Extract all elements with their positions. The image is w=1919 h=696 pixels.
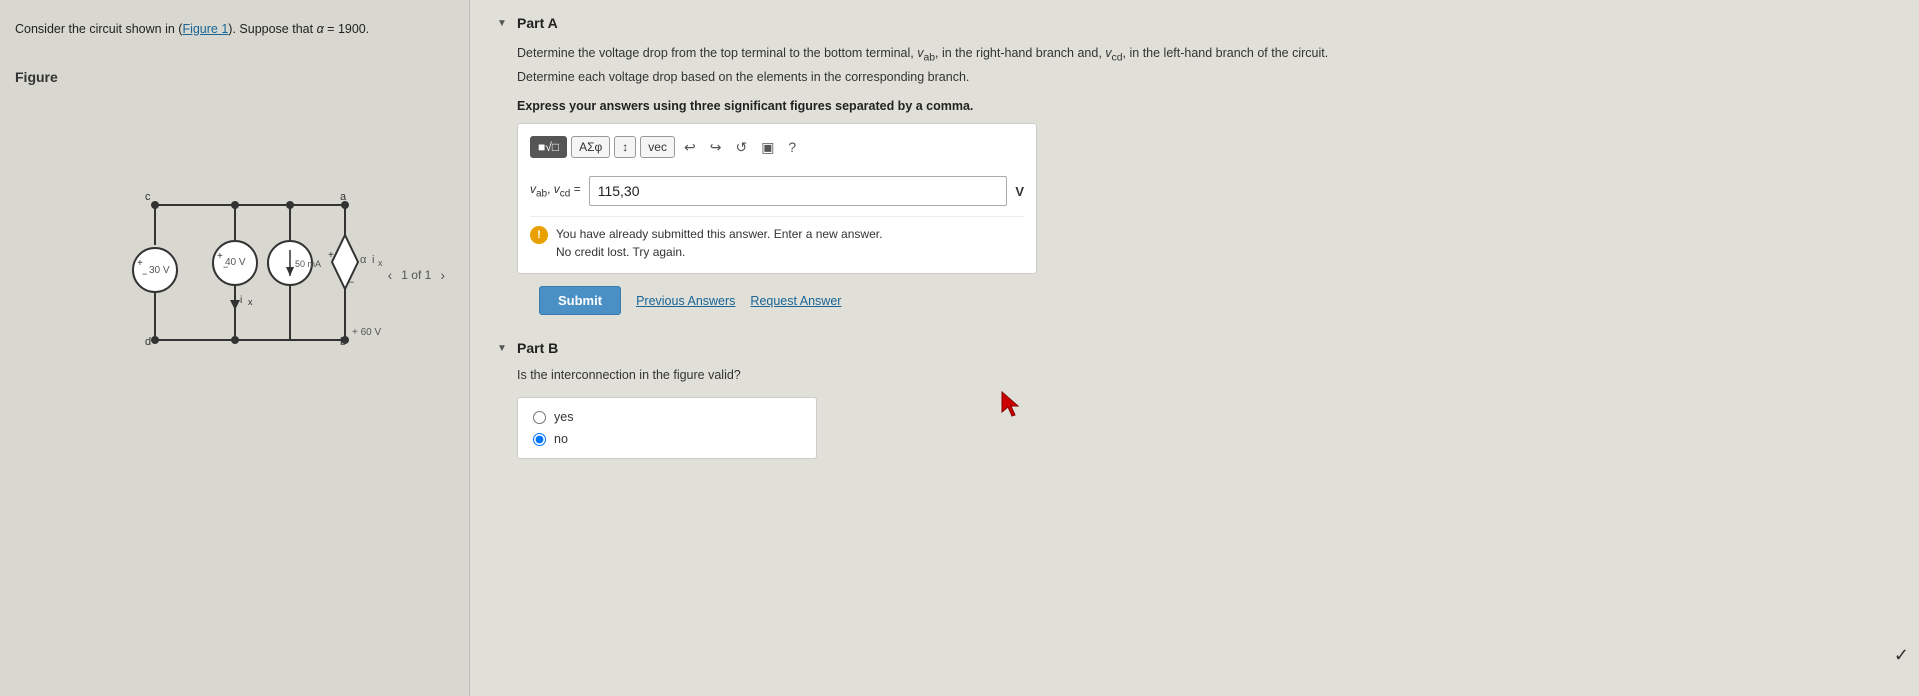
problem-text: Consider the circuit shown in (Figure 1)… — [15, 20, 454, 39]
radio-yes[interactable] — [533, 411, 546, 424]
info-message: ! You have already submitted this answer… — [530, 216, 1024, 261]
format-btn-3[interactable]: ↕ — [614, 136, 636, 158]
express-text: Express your answers using three signifi… — [517, 99, 1894, 113]
input-row: vab, vcd = V — [530, 176, 1024, 206]
circuit-svg: c a d b + − 30 V + − 40 V — [70, 115, 400, 375]
svg-text:50 mA: 50 mA — [295, 259, 321, 269]
svg-text:+ 60 V: + 60 V — [352, 327, 382, 338]
svg-text:x: x — [378, 258, 383, 268]
figure-label: Figure — [15, 69, 58, 85]
format-btn-vec[interactable]: vec — [640, 136, 675, 158]
part-b-header: ▼ Part B — [495, 340, 1894, 356]
svg-text:i: i — [372, 254, 374, 266]
part-b-description: Is the interconnection in the figure val… — [517, 368, 1894, 382]
part-b-toggle[interactable]: ▼ — [495, 341, 509, 355]
svg-text:i: i — [240, 295, 242, 306]
svg-text:30 V: 30 V — [149, 265, 170, 276]
svg-text:c: c — [145, 191, 151, 203]
svg-text:+: + — [137, 258, 143, 269]
svg-text:x: x — [248, 297, 253, 307]
svg-text:−: − — [349, 277, 354, 287]
undo-button[interactable]: ↩ — [679, 137, 701, 158]
part-b-content: Is the interconnection in the figure val… — [495, 368, 1894, 459]
previous-answers-button[interactable]: Previous Answers — [636, 294, 735, 308]
radio-option-yes: yes — [533, 410, 801, 424]
svg-text:−: − — [142, 269, 147, 279]
answer-box: ■√□ ΑΣφ ↕ vec ↩ ↪ ↺ ▣ ? vab, vcd = V — [517, 123, 1037, 274]
radio-no-label: no — [554, 432, 568, 446]
toolbar: ■√□ ΑΣφ ↕ vec ↩ ↪ ↺ ▣ ? — [530, 136, 1024, 166]
refresh-button[interactable]: ↺ — [730, 137, 752, 158]
svg-text:40 V: 40 V — [225, 257, 246, 268]
help-button[interactable]: ? — [783, 137, 801, 157]
action-row: Submit Previous Answers Request Answer — [517, 286, 1894, 315]
part-a-toggle[interactable]: ▼ — [495, 16, 509, 30]
radio-box: yes no — [517, 397, 817, 459]
redo-button[interactable]: ↪ — [705, 137, 727, 158]
radio-option-no: no — [533, 432, 801, 446]
left-panel: Consider the circuit shown in (Figure 1)… — [0, 0, 470, 696]
figure-link[interactable]: Figure 1 — [182, 22, 228, 36]
info-icon: ! — [530, 226, 548, 244]
var-label: vab, vcd = — [530, 182, 581, 199]
part-b-section: ▼ Part B Is the interconnection in the f… — [495, 340, 1894, 459]
radio-yes-label: yes — [554, 410, 573, 424]
svg-text:+: + — [328, 250, 334, 261]
format-btn-2[interactable]: ΑΣφ — [571, 136, 610, 158]
info-text: You have already submitted this answer. … — [556, 225, 882, 261]
unit-label: V — [1015, 184, 1024, 199]
circuit-diagram: c a d b + − 30 V + − 40 V — [15, 115, 454, 395]
request-answer-button[interactable]: Request Answer — [750, 294, 841, 308]
part-a-title: Part A — [517, 15, 558, 31]
part-a-content: Determine the voltage drop from the top … — [495, 43, 1894, 315]
part-a-header: ▼ Part A — [495, 15, 1894, 31]
radio-no[interactable] — [533, 433, 546, 446]
svg-text:α: α — [360, 254, 367, 266]
part-a-description: Determine the voltage drop from the top … — [517, 43, 1367, 87]
svg-text:d: d — [145, 336, 151, 348]
part-a-section: ▼ Part A Determine the voltage drop from… — [495, 15, 1894, 315]
format-btn-1[interactable]: ■√□ — [530, 136, 567, 158]
submit-button[interactable]: Submit — [539, 286, 621, 315]
svg-text:+: + — [217, 251, 223, 262]
right-panel: ▼ Part A Determine the voltage drop from… — [470, 0, 1919, 696]
answer-input[interactable] — [589, 176, 1008, 206]
checkmark-indicator: ✓ — [1894, 645, 1909, 666]
image-button[interactable]: ▣ — [756, 137, 779, 158]
part-b-title: Part B — [517, 340, 558, 356]
